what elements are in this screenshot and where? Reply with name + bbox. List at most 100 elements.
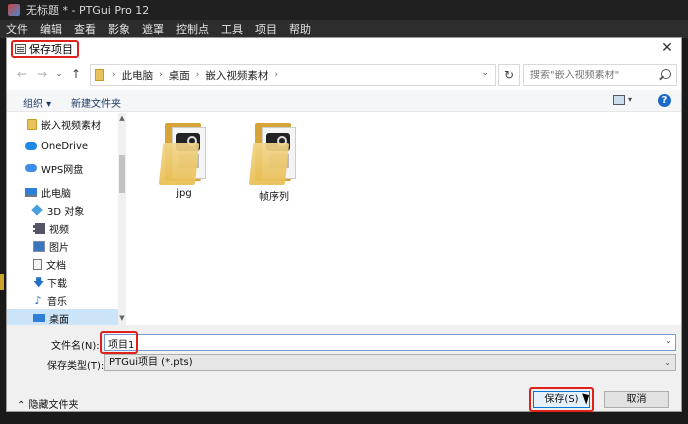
save-dialog-icon	[15, 44, 26, 54]
cube-icon	[31, 204, 43, 216]
new-folder-button[interactable]: 新建文件夹	[71, 95, 121, 110]
folder-item[interactable]: jpg	[139, 123, 229, 199]
film-icon	[33, 222, 45, 234]
forward-arrow-icon[interactable]: →	[35, 67, 49, 81]
sidebar-item-3d-objects[interactable]: 3D 对象	[31, 201, 125, 219]
save-options-area: 文件名(N): 项目1 ⌄ 保存类型(T): PTGui项目 (*.pts) ⌄…	[7, 325, 681, 412]
file-list: jpg 帧序列	[131, 113, 681, 325]
sidebar-item-label: 桌面	[49, 314, 69, 326]
sidebar-item-label: WPS网盘	[41, 164, 84, 176]
menu-edit[interactable]: 编辑	[40, 21, 62, 37]
ptgui-logo-icon	[8, 4, 20, 16]
breadcrumb-this-pc[interactable]: 此电脑	[122, 68, 154, 83]
sidebar-item-label: 此电脑	[41, 188, 71, 200]
sidebar-item-label: OneDrive	[41, 140, 89, 152]
app-marker	[0, 274, 4, 290]
search-icon[interactable]	[661, 69, 671, 79]
cloud-icon	[25, 142, 37, 150]
scrollbar-thumb[interactable]	[119, 155, 125, 193]
app-right-panel	[682, 38, 688, 424]
sidebar-item-label: 图片	[49, 242, 69, 254]
scroll-down-arrow-icon[interactable]: ▼	[118, 314, 126, 322]
breadcrumb-desktop[interactable]: 桌面	[169, 68, 190, 83]
chevron-right-icon: ›	[195, 70, 200, 80]
sidebar-item-label: 视频	[49, 224, 69, 236]
dialog-title: 保存项目	[29, 43, 73, 56]
address-bar[interactable]: › 此电脑 › 桌面 › 嵌入视频素材 › ⌄	[90, 64, 496, 86]
sidebar-scrollbar[interactable]	[118, 113, 126, 325]
dialog-title-bar: 保存项目 ✕	[7, 38, 681, 60]
chevron-down-icon[interactable]: ⌄	[481, 68, 489, 78]
filetype-select[interactable]: PTGui项目 (*.pts) ⌄	[104, 354, 676, 371]
close-icon[interactable]: ✕	[659, 40, 675, 56]
sidebar-item-onedrive[interactable]: OneDrive	[25, 137, 121, 155]
search-input[interactable]	[530, 69, 656, 81]
sidebar-item-label: 文档	[46, 260, 66, 272]
sidebar-item-embedded-materials[interactable]: 嵌入视频素材	[27, 115, 123, 133]
menu-view[interactable]: 查看	[74, 21, 96, 37]
sidebar-item-pictures[interactable]: 图片	[33, 237, 125, 255]
caret-down-icon[interactable]: ▾	[628, 95, 632, 104]
app-title-bar: 无标题 * - PTGui Pro 12	[0, 0, 688, 20]
filename-label: 文件名(N):	[51, 341, 100, 352]
sidebar-item-label: 3D 对象	[47, 206, 85, 218]
sidebar-item-wps[interactable]: WPS网盘	[25, 159, 121, 177]
app-bottom-panel	[0, 412, 688, 424]
cancel-button[interactable]: 取消	[604, 391, 669, 408]
sidebar-item-documents[interactable]: 文档	[33, 255, 125, 273]
filename-input[interactable]	[104, 334, 676, 351]
sidebar-item-music[interactable]: ♪ 音乐	[33, 291, 125, 309]
menu-images[interactable]: 影象	[108, 21, 130, 37]
menu-tools[interactable]: 工具	[221, 21, 243, 37]
sidebar-item-label: 音乐	[47, 296, 67, 308]
filename-value[interactable]: 项目1	[108, 336, 134, 351]
chevron-down-icon[interactable]: ⌄	[664, 355, 671, 370]
sidebar-item-desktop[interactable]: 桌面	[7, 309, 125, 325]
folder-name: 帧序列	[259, 192, 289, 203]
menu-help[interactable]: 帮助	[289, 21, 311, 37]
folder-icon	[95, 69, 104, 81]
dialog-title-highlight: 保存项目	[11, 40, 79, 58]
hide-folders-toggle[interactable]: ⌃ 隐藏文件夹	[17, 396, 79, 411]
save-project-dialog: 保存项目 ✕ ← → ⌄ ↑ › 此电脑 › 桌面 › 嵌入视频素材 › ⌄ ↻…	[6, 37, 682, 412]
app-menu-bar: 文件 编辑 查看 影象 遮罩 控制点 工具 项目 帮助	[0, 20, 688, 38]
filetype-value: PTGui项目 (*.pts)	[109, 357, 193, 368]
menu-mask[interactable]: 遮罩	[142, 21, 164, 37]
menu-project[interactable]: 项目	[255, 21, 277, 37]
wps-cloud-icon	[25, 164, 37, 172]
help-icon[interactable]: ?	[658, 94, 671, 107]
refresh-button[interactable]: ↻	[498, 64, 520, 86]
document-icon	[33, 258, 42, 270]
view-options-icon[interactable]	[613, 95, 625, 105]
folder-icon	[27, 118, 37, 130]
scroll-up-arrow-icon[interactable]: ▲	[118, 114, 126, 122]
menu-file[interactable]: 文件	[6, 21, 28, 37]
search-box[interactable]	[523, 64, 677, 86]
chevron-down-icon[interactable]: ⌄	[665, 336, 672, 345]
folder-item[interactable]: 帧序列	[229, 123, 319, 203]
folder-name: jpg	[176, 188, 192, 199]
desktop-icon	[33, 314, 45, 322]
filetype-label: 保存类型(T):	[47, 361, 105, 372]
folder-thumbnail-icon	[248, 123, 297, 185]
folder-thumbnail-icon	[158, 123, 207, 185]
chevron-right-icon: ›	[112, 70, 116, 80]
sidebar-item-downloads[interactable]: 🡇 下载	[33, 273, 125, 291]
sidebar-item-videos[interactable]: 视频	[33, 219, 125, 237]
chevron-right-icon: ›	[159, 70, 163, 80]
navigation-pane: 嵌入视频素材 OneDrive WPS网盘 此电脑 3D 对象 视频 图片 文档…	[7, 113, 125, 325]
music-note-icon: ♪	[34, 293, 42, 307]
menu-control-points[interactable]: 控制点	[176, 21, 209, 37]
sidebar-item-this-pc[interactable]: 此电脑	[25, 183, 121, 201]
up-arrow-icon[interactable]: ↑	[69, 67, 83, 81]
download-arrow-icon: 🡇	[33, 275, 45, 289]
back-arrow-icon[interactable]: ←	[15, 67, 29, 81]
organize-menu[interactable]: 组织 ▾	[23, 95, 51, 110]
chevron-right-icon: ›	[274, 70, 278, 80]
image-icon	[33, 240, 45, 252]
breadcrumb-current-folder[interactable]: 嵌入视频素材	[205, 68, 268, 83]
app-title: 无标题 * - PTGui Pro 12	[26, 4, 150, 17]
sidebar-item-label: 嵌入视频素材	[41, 120, 101, 132]
recent-locations-icon[interactable]: ⌄	[52, 67, 66, 81]
toolbar: 组织 ▾ 新建文件夹 ▾ ?	[7, 90, 681, 112]
